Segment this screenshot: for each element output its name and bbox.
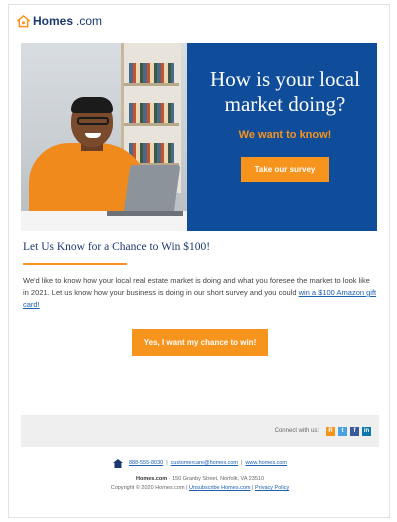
phone-link[interactable]: 888-555-8030	[129, 459, 163, 468]
hero-text-block: How is your local market doing? We want …	[193, 67, 377, 182]
logo-text-bold: Homes	[33, 14, 74, 28]
win-chance-button[interactable]: Yes, I want my chance to win!	[131, 329, 269, 356]
share-label: Connect with us:	[274, 428, 319, 434]
glasses	[77, 117, 109, 125]
email-container: Homes .com How is your local market doing…	[8, 4, 390, 518]
separator: |	[241, 460, 243, 466]
privacy-link[interactable]: Privacy Policy	[255, 485, 289, 491]
shelf-row	[124, 123, 179, 126]
footer-info: 888-555-8030 | customercare@homes.com | …	[9, 459, 391, 493]
house-icon	[112, 459, 123, 468]
books	[129, 103, 174, 123]
books	[129, 63, 174, 83]
email-link[interactable]: customercare@homes.com	[171, 459, 238, 468]
hero-photo	[21, 43, 187, 231]
legal-line: Copyright © 2020 Homes.com | Unsubscribe…	[9, 484, 391, 493]
person-hair	[71, 97, 113, 113]
body-paragraph: We'd like to know how your local real es…	[23, 275, 377, 311]
laptop-icon	[123, 165, 181, 213]
facebook-icon[interactable]: f	[350, 426, 359, 436]
rss-icon[interactable]: R	[326, 426, 335, 436]
twitter-icon[interactable]: t	[338, 426, 347, 436]
logo-text-light: .com	[76, 14, 103, 28]
house-logo-icon	[17, 14, 30, 27]
homes-logo[interactable]: Homes .com	[17, 14, 102, 28]
laptop-base	[107, 211, 183, 216]
shelf-row	[124, 83, 179, 86]
separator: |	[166, 460, 168, 466]
copyright-text: Copyright © 2020 Homes.com	[110, 485, 185, 491]
contact-line: 888-555-8030 | customercare@homes.com | …	[9, 459, 391, 468]
social-bar: Connect with us: R t f in	[21, 415, 379, 447]
header-bar: Homes .com	[9, 5, 389, 37]
section-headline: Let Us Know for a Chance to Win $100!	[23, 241, 211, 253]
orange-divider	[23, 263, 127, 265]
hero-title: How is your local market doing?	[210, 67, 360, 116]
hero-subtitle: We want to know!	[238, 129, 332, 141]
company-name: Homes.com	[135, 476, 168, 482]
website-link[interactable]: www.homes.com	[245, 459, 287, 468]
take-survey-button[interactable]: Take our survey	[240, 157, 330, 182]
smile	[85, 133, 101, 138]
unsubscribe-link[interactable]: Unsubscribe Homes.com	[189, 485, 250, 491]
linkedin-icon[interactable]: in	[362, 426, 371, 436]
hero-banner: How is your local market doing? We want …	[21, 43, 377, 231]
address-line: Homes.com · 150 Granby Street, Norfolk, …	[9, 475, 391, 484]
address-text: 150 Granby Street, Norfolk, VA 23510	[172, 476, 265, 482]
cta-wrapper: Yes, I want my chance to win!	[9, 329, 391, 356]
